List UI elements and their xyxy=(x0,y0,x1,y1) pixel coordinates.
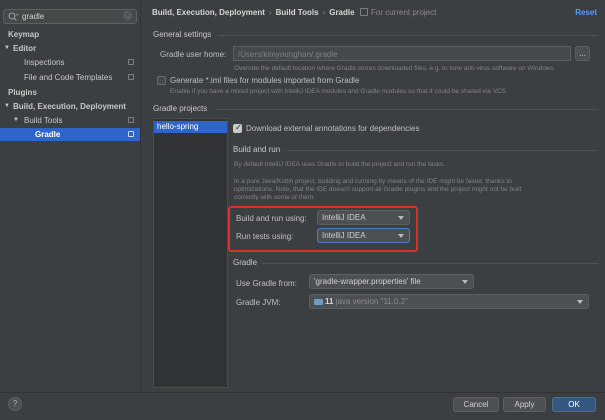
generate-iml-hint: Enable if you have a mixed project with … xyxy=(170,88,507,95)
project-scope-icon xyxy=(128,59,134,65)
project-settings-panel xyxy=(228,118,600,388)
use-gradle-from-value: 'gradle-wrapper.properties' file xyxy=(314,277,421,286)
sidebar-item-label: Plugins xyxy=(8,88,37,97)
list-item[interactable]: hello-spring xyxy=(154,121,227,133)
sidebar-item-label: File and Code Templates xyxy=(24,73,113,82)
current-project-label: For current project xyxy=(371,8,437,17)
project-scope-icon xyxy=(128,131,134,137)
expand-arrow-icon[interactable]: ▼ xyxy=(13,114,19,127)
chevron-down-icon xyxy=(577,300,583,304)
clear-search-icon[interactable]: × xyxy=(123,11,132,20)
expand-arrow-icon[interactable]: ▼ xyxy=(4,42,10,55)
ok-button[interactable]: OK xyxy=(552,397,596,412)
section-divider xyxy=(218,35,598,36)
generate-iml-label: Generate *.iml files for modules importe… xyxy=(170,76,360,85)
settings-search-input[interactable]: gradle × xyxy=(3,9,137,24)
breadcrumb: Build, Execution, Deployment › Build Tools… xyxy=(152,8,355,17)
sidebar-item-editor[interactable]: ▼ Editor xyxy=(0,42,140,55)
sidebar-item-build-tools[interactable]: ▼ Build Tools xyxy=(0,114,140,127)
folder-icon xyxy=(314,299,323,305)
gradle-user-home-hint: Override the default location where Grad… xyxy=(234,65,554,72)
chevron-down-icon xyxy=(462,280,468,284)
sidebar-item-label: Gradle xyxy=(35,130,61,139)
use-gradle-from-label: Use Gradle from: xyxy=(236,279,297,288)
annotation-highlight-box xyxy=(228,206,418,252)
section-divider xyxy=(215,109,598,110)
use-gradle-from-select[interactable]: 'gradle-wrapper.properties' file xyxy=(309,274,474,289)
sidebar-item-label: Inspections xyxy=(24,58,65,67)
gradle-projects-title: Gradle projects xyxy=(153,104,208,113)
section-divider xyxy=(286,150,598,151)
jvm-version-detail: java version "11.0.2" xyxy=(335,297,408,306)
breadcrumb-separator-icon: › xyxy=(322,8,326,17)
gradle-user-home-value: /Users/kimyounghan/.gradle xyxy=(238,50,338,59)
download-annotations-checkbox[interactable] xyxy=(233,123,242,133)
cancel-button[interactable]: Cancel xyxy=(453,397,499,412)
search-value: gradle xyxy=(22,12,45,21)
sidebar-item-file-templates[interactable]: File and Code Templates xyxy=(0,71,140,84)
search-icon xyxy=(8,12,19,24)
sidebar-item-label: Build, Execution, Deployment xyxy=(13,102,126,111)
project-scope-icon xyxy=(128,74,134,80)
project-scope-icon xyxy=(128,117,134,123)
sidebar-item-label: Keymap xyxy=(8,30,40,39)
gradle-section-title: Gradle xyxy=(233,258,258,267)
sidebar-item-plugins[interactable]: Plugins xyxy=(0,86,140,99)
generate-iml-checkbox[interactable] xyxy=(157,76,166,85)
sidebar-item-inspections[interactable]: Inspections xyxy=(0,56,140,69)
sidebar-item-label: Build Tools xyxy=(24,116,63,125)
breadcrumb-item: Gradle xyxy=(329,8,355,17)
project-scope-icon xyxy=(360,8,368,16)
current-project-note: For current project xyxy=(360,8,436,17)
jvm-version-number: 11 xyxy=(325,297,334,306)
breadcrumb-item[interactable]: Build Tools xyxy=(276,8,319,17)
expand-arrow-icon[interactable]: ▼ xyxy=(4,100,10,113)
section-divider xyxy=(262,263,598,264)
build-run-hint: optimizations. Note, that the IDE doesn'… xyxy=(234,186,522,193)
sidebar-item-gradle[interactable]: Gradle xyxy=(0,128,140,141)
sidebar-item-build-execution-deployment[interactable]: ▼ Build, Execution, Deployment xyxy=(0,100,140,113)
gradle-projects-list[interactable]: hello-spring xyxy=(153,118,228,388)
browse-button[interactable]: ... xyxy=(575,46,590,61)
general-settings-title: General settings xyxy=(153,30,212,39)
breadcrumb-separator-icon: › xyxy=(268,8,272,17)
gradle-jvm-select[interactable]: 11 java version "11.0.2" xyxy=(309,294,589,309)
build-run-title: Build and run xyxy=(233,145,281,154)
apply-button[interactable]: Apply xyxy=(503,397,546,412)
sidebar-item-keymap[interactable]: Keymap xyxy=(0,28,140,41)
gradle-user-home-field[interactable]: /Users/kimyounghan/.gradle xyxy=(233,46,571,61)
reset-link[interactable]: Reset xyxy=(575,8,597,17)
build-run-hint: By default IntelliJ IDEA uses Gradle to … xyxy=(234,161,446,168)
breadcrumb-item[interactable]: Build, Execution, Deployment xyxy=(152,8,265,17)
build-run-hint: In a pure Java/Kotlin project, building … xyxy=(234,178,512,185)
build-run-hint: correctly with some of them. xyxy=(234,194,315,201)
gradle-user-home-label: Gradle user home: xyxy=(160,50,227,59)
download-annotations-label: Download external annotations for depend… xyxy=(246,124,420,133)
gradle-jvm-label: Gradle JVM: xyxy=(236,298,281,307)
help-button[interactable]: ? xyxy=(8,397,22,411)
sidebar-item-label: Editor xyxy=(13,44,37,53)
